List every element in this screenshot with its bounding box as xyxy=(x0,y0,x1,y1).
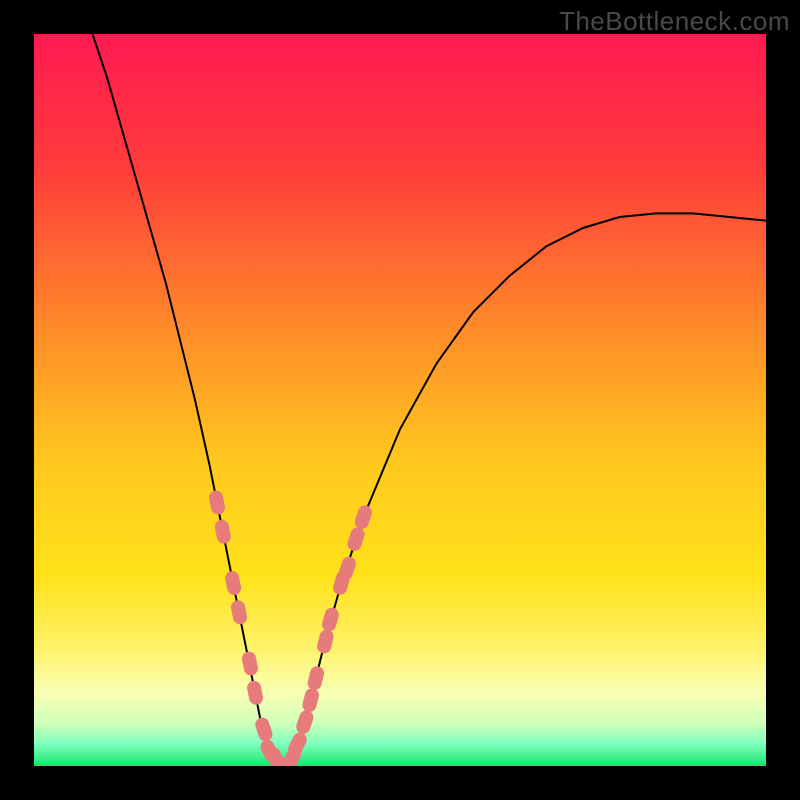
outer-frame: TheBottleneck.com xyxy=(0,0,800,800)
gradient-background xyxy=(34,34,766,766)
chart-plot xyxy=(34,34,766,766)
watermark-text: TheBottleneck.com xyxy=(559,6,790,37)
